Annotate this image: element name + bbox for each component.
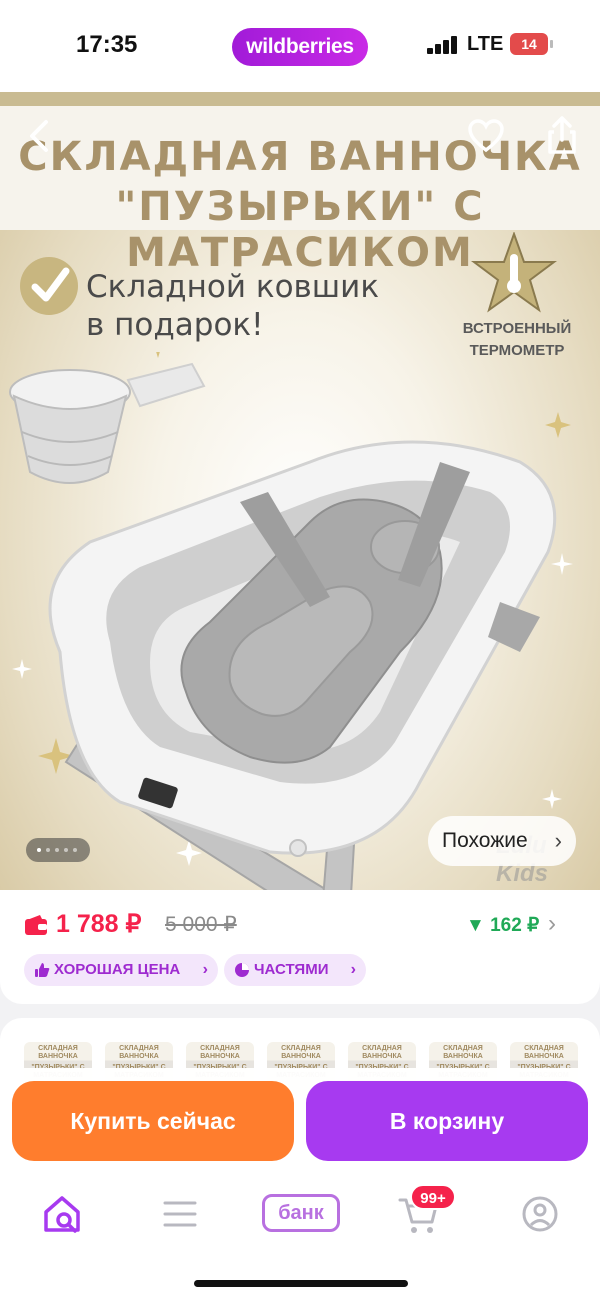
good-price-badge[interactable]: ХОРОШАЯ ЦЕНА ›: [24, 954, 218, 986]
price-drop-amount: 162 ₽: [490, 915, 540, 936]
chevron-right-icon[interactable]: ›: [548, 910, 556, 938]
chevron-left-icon: [30, 120, 48, 152]
add-to-cart-button[interactable]: В корзину: [306, 1081, 588, 1161]
banner-title-line1: СКЛАДНАЯ ВАННОЧКА: [18, 134, 582, 180]
network-label: LTE: [467, 33, 504, 55]
similar-products-button[interactable]: Похожие ›: [428, 816, 576, 866]
home-search-icon: [44, 1196, 80, 1233]
thumbnail-caption: СКЛАДНАЯ ВАННОЧКА: [281, 1045, 321, 1060]
chevron-right-icon: ›: [202, 961, 208, 978]
chevron-right-icon: ›: [350, 961, 356, 978]
thumbnail-caption: СКЛАДНАЯ ВАННОЧКА: [362, 1045, 402, 1060]
thumbnail-caption: СКЛАДНАЯ ВАННОЧКА: [38, 1045, 78, 1060]
triangle-down-icon: ▼: [466, 915, 485, 936]
similar-products-label: Похожие: [442, 829, 528, 852]
price-drop-button[interactable]: ▼ 162 ₽: [466, 914, 539, 937]
image-banner: СКЛАДНАЯ ВАННОЧКА "ПУЗЫРЬКИ" С МАТРАСИКО…: [0, 92, 600, 276]
product-image-gallery[interactable]: СКЛАДНАЯ ВАННОЧКА "ПУЗЫРЬКИ" С МАТРАСИКО…: [0, 92, 600, 890]
share-icon: [548, 116, 576, 154]
battery-icon: 14: [510, 33, 553, 55]
old-price: 5 000 ₽: [165, 913, 237, 936]
tab-home-search[interactable]: [34, 1186, 90, 1242]
price-card: 1 788 ₽ 5 000 ₽ ▼ 162 ₽ › ХОРОШАЯ ЦЕНА ›…: [0, 890, 600, 1004]
status-time: 17:35: [76, 31, 138, 58]
installments-badge[interactable]: ЧАСТЯМИ ›: [224, 954, 366, 986]
back-button[interactable]: [18, 114, 62, 158]
scoop-illustration: [9, 362, 206, 484]
brand-logo: wildberries: [232, 28, 368, 66]
gift-caption-line2: в подарок!: [86, 307, 264, 343]
gift-caption-line1: Складной ковшик: [86, 269, 380, 305]
chevron-right-icon: ›: [554, 828, 562, 853]
thumbnail-caption: СКЛАДНАЯ ВАННОЧКА: [443, 1045, 483, 1060]
bathtub-illustration: [48, 440, 557, 857]
installments-label: ЧАСТЯМИ: [254, 961, 329, 978]
thumbs-up-icon: [35, 963, 50, 977]
product-page: 17:35 wildberries LTE 14 СКЛАДНАЯ ВАННОЧ…: [0, 0, 600, 1300]
pie-chart-icon: [235, 963, 249, 977]
home-indicator: [194, 1280, 408, 1287]
favorite-button[interactable]: [464, 114, 508, 158]
tab-profile[interactable]: [512, 1186, 568, 1242]
tab-bank[interactable]: банк: [262, 1194, 340, 1232]
good-price-label: ХОРОШАЯ ЦЕНА: [54, 961, 181, 978]
profile-icon: [522, 1196, 558, 1232]
thermometer-star-icon: [471, 232, 557, 313]
current-price: 1 788 ₽: [56, 910, 142, 938]
menu-icon: [163, 1201, 197, 1227]
wallet-icon: [25, 915, 47, 935]
tab-catalog[interactable]: [152, 1186, 208, 1242]
thumbnail-caption: СКЛАДНАЯ ВАННОЧКА: [524, 1045, 564, 1060]
cart-count-badge: 99+: [410, 1184, 456, 1210]
purchase-actions: Купить сейчас В корзину: [0, 1068, 600, 1172]
buy-now-button[interactable]: Купить сейчас: [12, 1081, 294, 1161]
signal-icon: [427, 36, 459, 54]
gallery-pagination: [26, 838, 90, 862]
status-bar: 17:35 wildberries LTE 14: [0, 0, 600, 92]
gift-caption: Складной ковшик в подарок!: [86, 268, 379, 344]
thumbnail-caption: СКЛАДНАЯ ВАННОЧКА: [119, 1045, 159, 1060]
product-illustration: [9, 352, 573, 890]
bottom-tab-bar: банк 99+: [0, 1172, 600, 1300]
thumbnail-caption: СКЛАДНАЯ ВАННОЧКА: [200, 1045, 240, 1060]
heart-icon: [468, 119, 504, 153]
check-icon: [20, 257, 78, 315]
share-button[interactable]: [540, 114, 584, 158]
thermometer-caption-line1: ВСТРОЕННЫЙ: [462, 320, 572, 337]
